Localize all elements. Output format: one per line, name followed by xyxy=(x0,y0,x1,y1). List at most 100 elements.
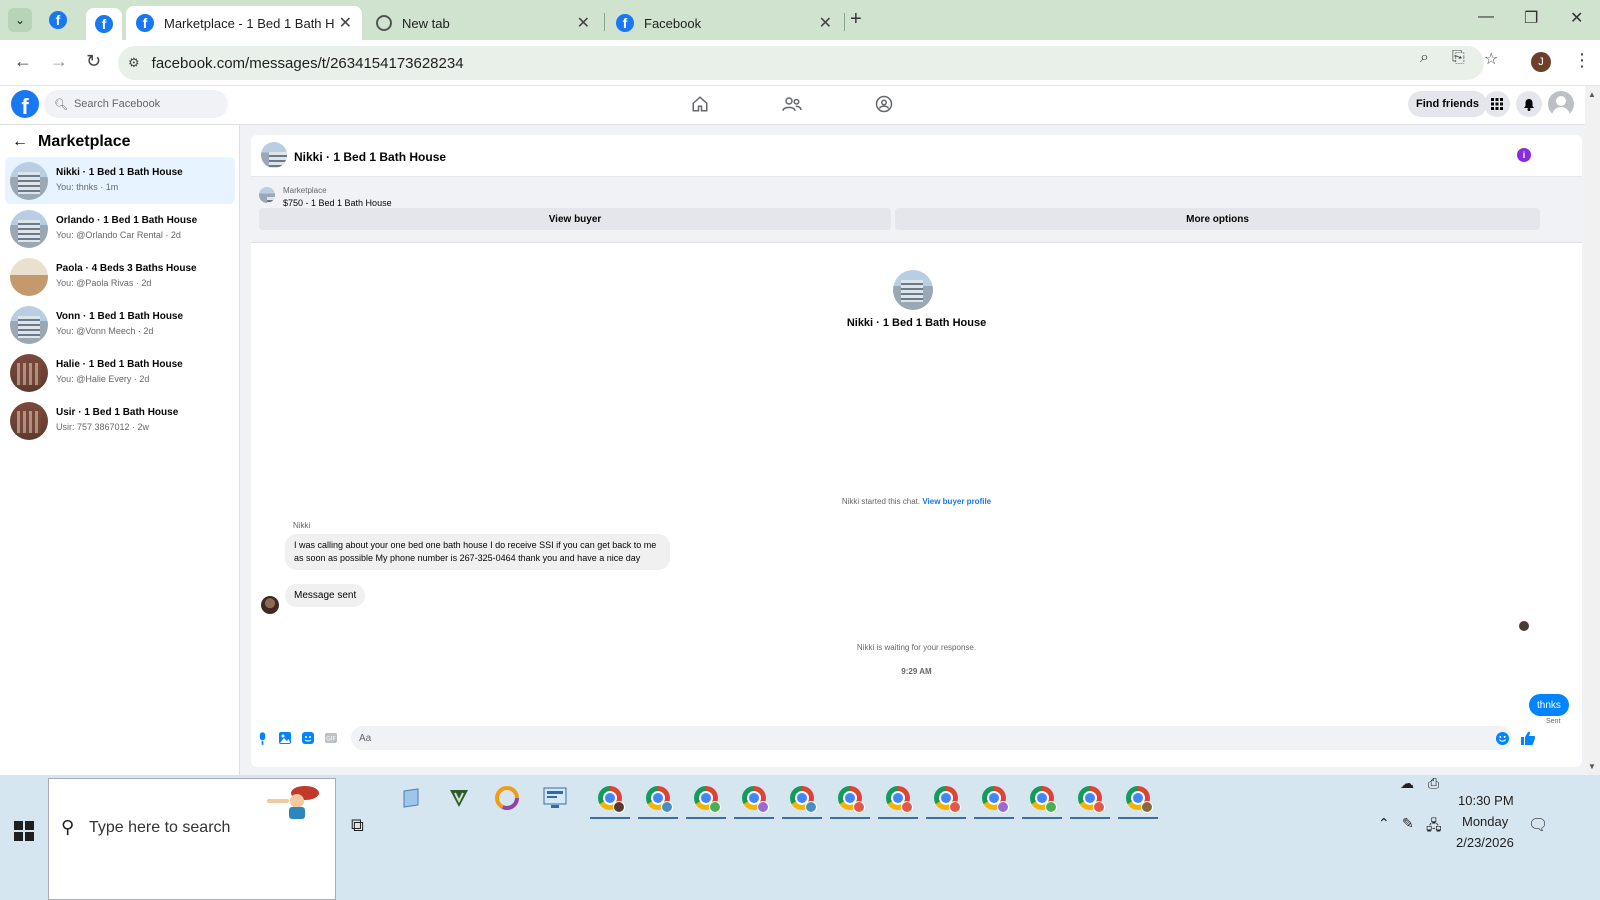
sender-avatar[interactable] xyxy=(261,596,279,614)
browser-menu-icon[interactable]: ⋮ xyxy=(1573,50,1591,71)
facebook-search-input[interactable]: 🔍︎ Search Facebook xyxy=(44,90,228,118)
message-input[interactable] xyxy=(351,726,1512,750)
taskbar-chrome-window-icon[interactable] xyxy=(590,783,630,819)
scroll-down-arrow-icon[interactable]: ▼ xyxy=(1588,762,1596,771)
waiting-notice: Nikki is waiting for your response. xyxy=(856,643,977,652)
conversation-item-orlando[interactable]: Orlando · 1 Bed 1 Bath House You: @Orlan… xyxy=(5,205,235,252)
taskbar-chrome-window-icon[interactable] xyxy=(830,783,870,819)
facebook-favicon-icon: f xyxy=(136,14,154,32)
microphone-icon[interactable] xyxy=(255,731,269,745)
pen-icon[interactable]: ✎ xyxy=(1402,815,1414,832)
new-tab-button[interactable]: + xyxy=(850,8,862,31)
chat-title[interactable]: Nikki · 1 Bed 1 Bath House xyxy=(294,150,446,164)
bookmark-star-icon[interactable]: ☆ xyxy=(1484,49,1498,69)
photo-icon[interactable] xyxy=(278,731,292,745)
clock-date[interactable]: 2/23/2026 xyxy=(1456,835,1514,850)
account-avatar[interactable] xyxy=(1548,91,1574,117)
taskbar-app-v-icon[interactable] xyxy=(444,783,474,813)
conversation-item-nikki[interactable]: Nikki · 1 Bed 1 Bath House You: thnks · … xyxy=(5,157,235,204)
gif-icon[interactable]: GIF xyxy=(324,731,338,745)
sidebar-title-text: Marketplace xyxy=(38,133,131,150)
taskbar-app-dashboard-icon[interactable] xyxy=(540,783,570,813)
taskbar-chrome-window-icon[interactable] xyxy=(686,783,726,819)
conversation-preview: You: @Vonn Meech · 2d xyxy=(56,326,154,336)
taskbar-chrome-window-icon[interactable] xyxy=(638,783,678,819)
chat-started-notice: Nikki started this chat. View buyer prof… xyxy=(251,497,1582,506)
taskbar-chrome-window-icon[interactable] xyxy=(974,783,1014,819)
view-buyer-profile-link[interactable]: View buyer profile xyxy=(922,497,991,506)
chat-header: Nikki · 1 Bed 1 Bath House i xyxy=(251,135,1582,177)
close-icon[interactable]: ✕ xyxy=(819,13,832,33)
close-icon[interactable]: ✕ xyxy=(577,13,590,33)
pinned-tab-facebook[interactable]: f xyxy=(40,8,76,32)
network-icon[interactable]: 🖧 xyxy=(1426,815,1442,839)
view-buyer-button[interactable]: View buyer xyxy=(259,208,891,230)
chat-profile-avatar[interactable] xyxy=(893,270,933,310)
close-icon[interactable]: ✕ xyxy=(339,13,352,33)
chrome-profile-badge xyxy=(853,801,865,813)
back-button[interactable]: ← xyxy=(14,51,32,72)
tab-marketplace[interactable]: f Marketplace - 1 Bed 1 Bath House ✕ xyxy=(126,6,362,40)
taskbar-chrome-window-icon[interactable] xyxy=(878,783,918,819)
tab-search-button[interactable]: ⌄ xyxy=(8,8,32,32)
taskbar-chrome-window-icon[interactable] xyxy=(782,783,822,819)
groups-icon[interactable] xyxy=(872,92,896,116)
pinned-tab-facebook-active[interactable]: f xyxy=(86,8,122,40)
emoji-icon[interactable] xyxy=(1495,731,1509,745)
taskbar-app-ring-icon[interactable] xyxy=(492,783,522,813)
forward-button[interactable]: → xyxy=(50,51,68,72)
clock-time[interactable]: 10:30 PM xyxy=(1458,793,1514,808)
listing-thumbnail xyxy=(259,187,275,203)
clock-day[interactable]: Monday xyxy=(1462,814,1508,829)
restore-button[interactable]: ❐ xyxy=(1524,8,1538,28)
task-view-icon[interactable]: ⧉ xyxy=(351,815,364,836)
taskbar-app-notes-icon[interactable] xyxy=(396,783,426,813)
info-icon[interactable]: i xyxy=(1517,148,1531,162)
taskbar-search-box[interactable]: ⚲ Type here to search xyxy=(48,778,336,900)
taskbar-chrome-window-icon[interactable] xyxy=(734,783,774,819)
browser-profile-avatar[interactable]: J xyxy=(1531,52,1551,72)
windows-start-icon[interactable] xyxy=(14,821,34,841)
notifications-bell-icon[interactable] xyxy=(1516,91,1542,117)
notification-center-icon[interactable]: 🗨 xyxy=(1528,815,1548,835)
onedrive-cloud-icon[interactable]: ☁ xyxy=(1400,775,1414,792)
tray-chevron-up-icon[interactable]: ⌃ xyxy=(1378,815,1390,832)
close-window-button[interactable]: ✕ xyxy=(1570,8,1583,28)
chat-panel: Nikki · 1 Bed 1 Bath House i Marketplace… xyxy=(251,135,1582,767)
install-app-icon[interactable]: ⎘ xyxy=(1452,49,1465,67)
sticker-icon[interactable] xyxy=(301,731,315,745)
conversation-item-vonn[interactable]: Vonn · 1 Bed 1 Bath House You: @Vonn Mee… xyxy=(5,301,235,348)
address-bar[interactable]: ⚙ facebook.com/messages/t/26341541736282… xyxy=(118,46,1484,80)
taskbar-chrome-window-icon[interactable] xyxy=(926,783,966,819)
conversation-item-usir[interactable]: Usir · 1 Bed 1 Bath House Usir: 757 3867… xyxy=(5,397,235,444)
taskbar-chrome-window-icon[interactable] xyxy=(1070,783,1110,819)
tab-new-tab[interactable]: New tab ✕ xyxy=(366,6,600,40)
meet-now-icon[interactable]: ⎙ xyxy=(1428,775,1439,792)
more-options-button[interactable]: More options xyxy=(895,208,1540,230)
thumbs-up-icon[interactable] xyxy=(1521,731,1535,745)
conversation-item-halie[interactable]: Halie · 1 Bed 1 Bath House You: @Halie E… xyxy=(5,349,235,396)
menu-grid-icon[interactable] xyxy=(1484,91,1510,117)
zoom-icon[interactable]: ⌕ xyxy=(1420,49,1429,67)
chat-avatar[interactable] xyxy=(261,142,287,168)
conversation-preview: You: @Paola Rivas · 2d xyxy=(56,278,152,288)
scroll-up-arrow-icon[interactable]: ▲ xyxy=(1588,90,1596,99)
conversation-item-paola[interactable]: Paola · 4 Beds 3 Baths House You: @Paola… xyxy=(5,253,235,300)
chrome-icon xyxy=(1078,786,1105,813)
page-scrollbar[interactable]: ▲ ▼ xyxy=(1585,86,1600,775)
listing-price-title[interactable]: $750 - 1 Bed 1 Bath House xyxy=(283,198,392,208)
find-friends-button[interactable]: Find friends xyxy=(1408,91,1487,117)
facebook-logo-icon[interactable]: f xyxy=(11,90,39,118)
tab-facebook[interactable]: f Facebook ✕ xyxy=(606,6,842,40)
chrome-icon xyxy=(982,786,1009,813)
site-info-icon[interactable]: ⚙ xyxy=(128,55,140,71)
home-icon[interactable] xyxy=(688,92,712,116)
minimize-button[interactable]: — xyxy=(1478,8,1494,26)
friends-icon[interactable] xyxy=(780,92,804,116)
taskbar-chrome-window-icon[interactable] xyxy=(1118,783,1158,819)
taskbar-chrome-window-icon[interactable] xyxy=(1022,783,1062,819)
search-highlight-mascot-icon xyxy=(267,786,319,819)
listing-thumbnail xyxy=(10,162,48,200)
reload-button[interactable]: ↻ xyxy=(86,51,101,72)
back-arrow-icon[interactable]: ← xyxy=(12,133,28,151)
